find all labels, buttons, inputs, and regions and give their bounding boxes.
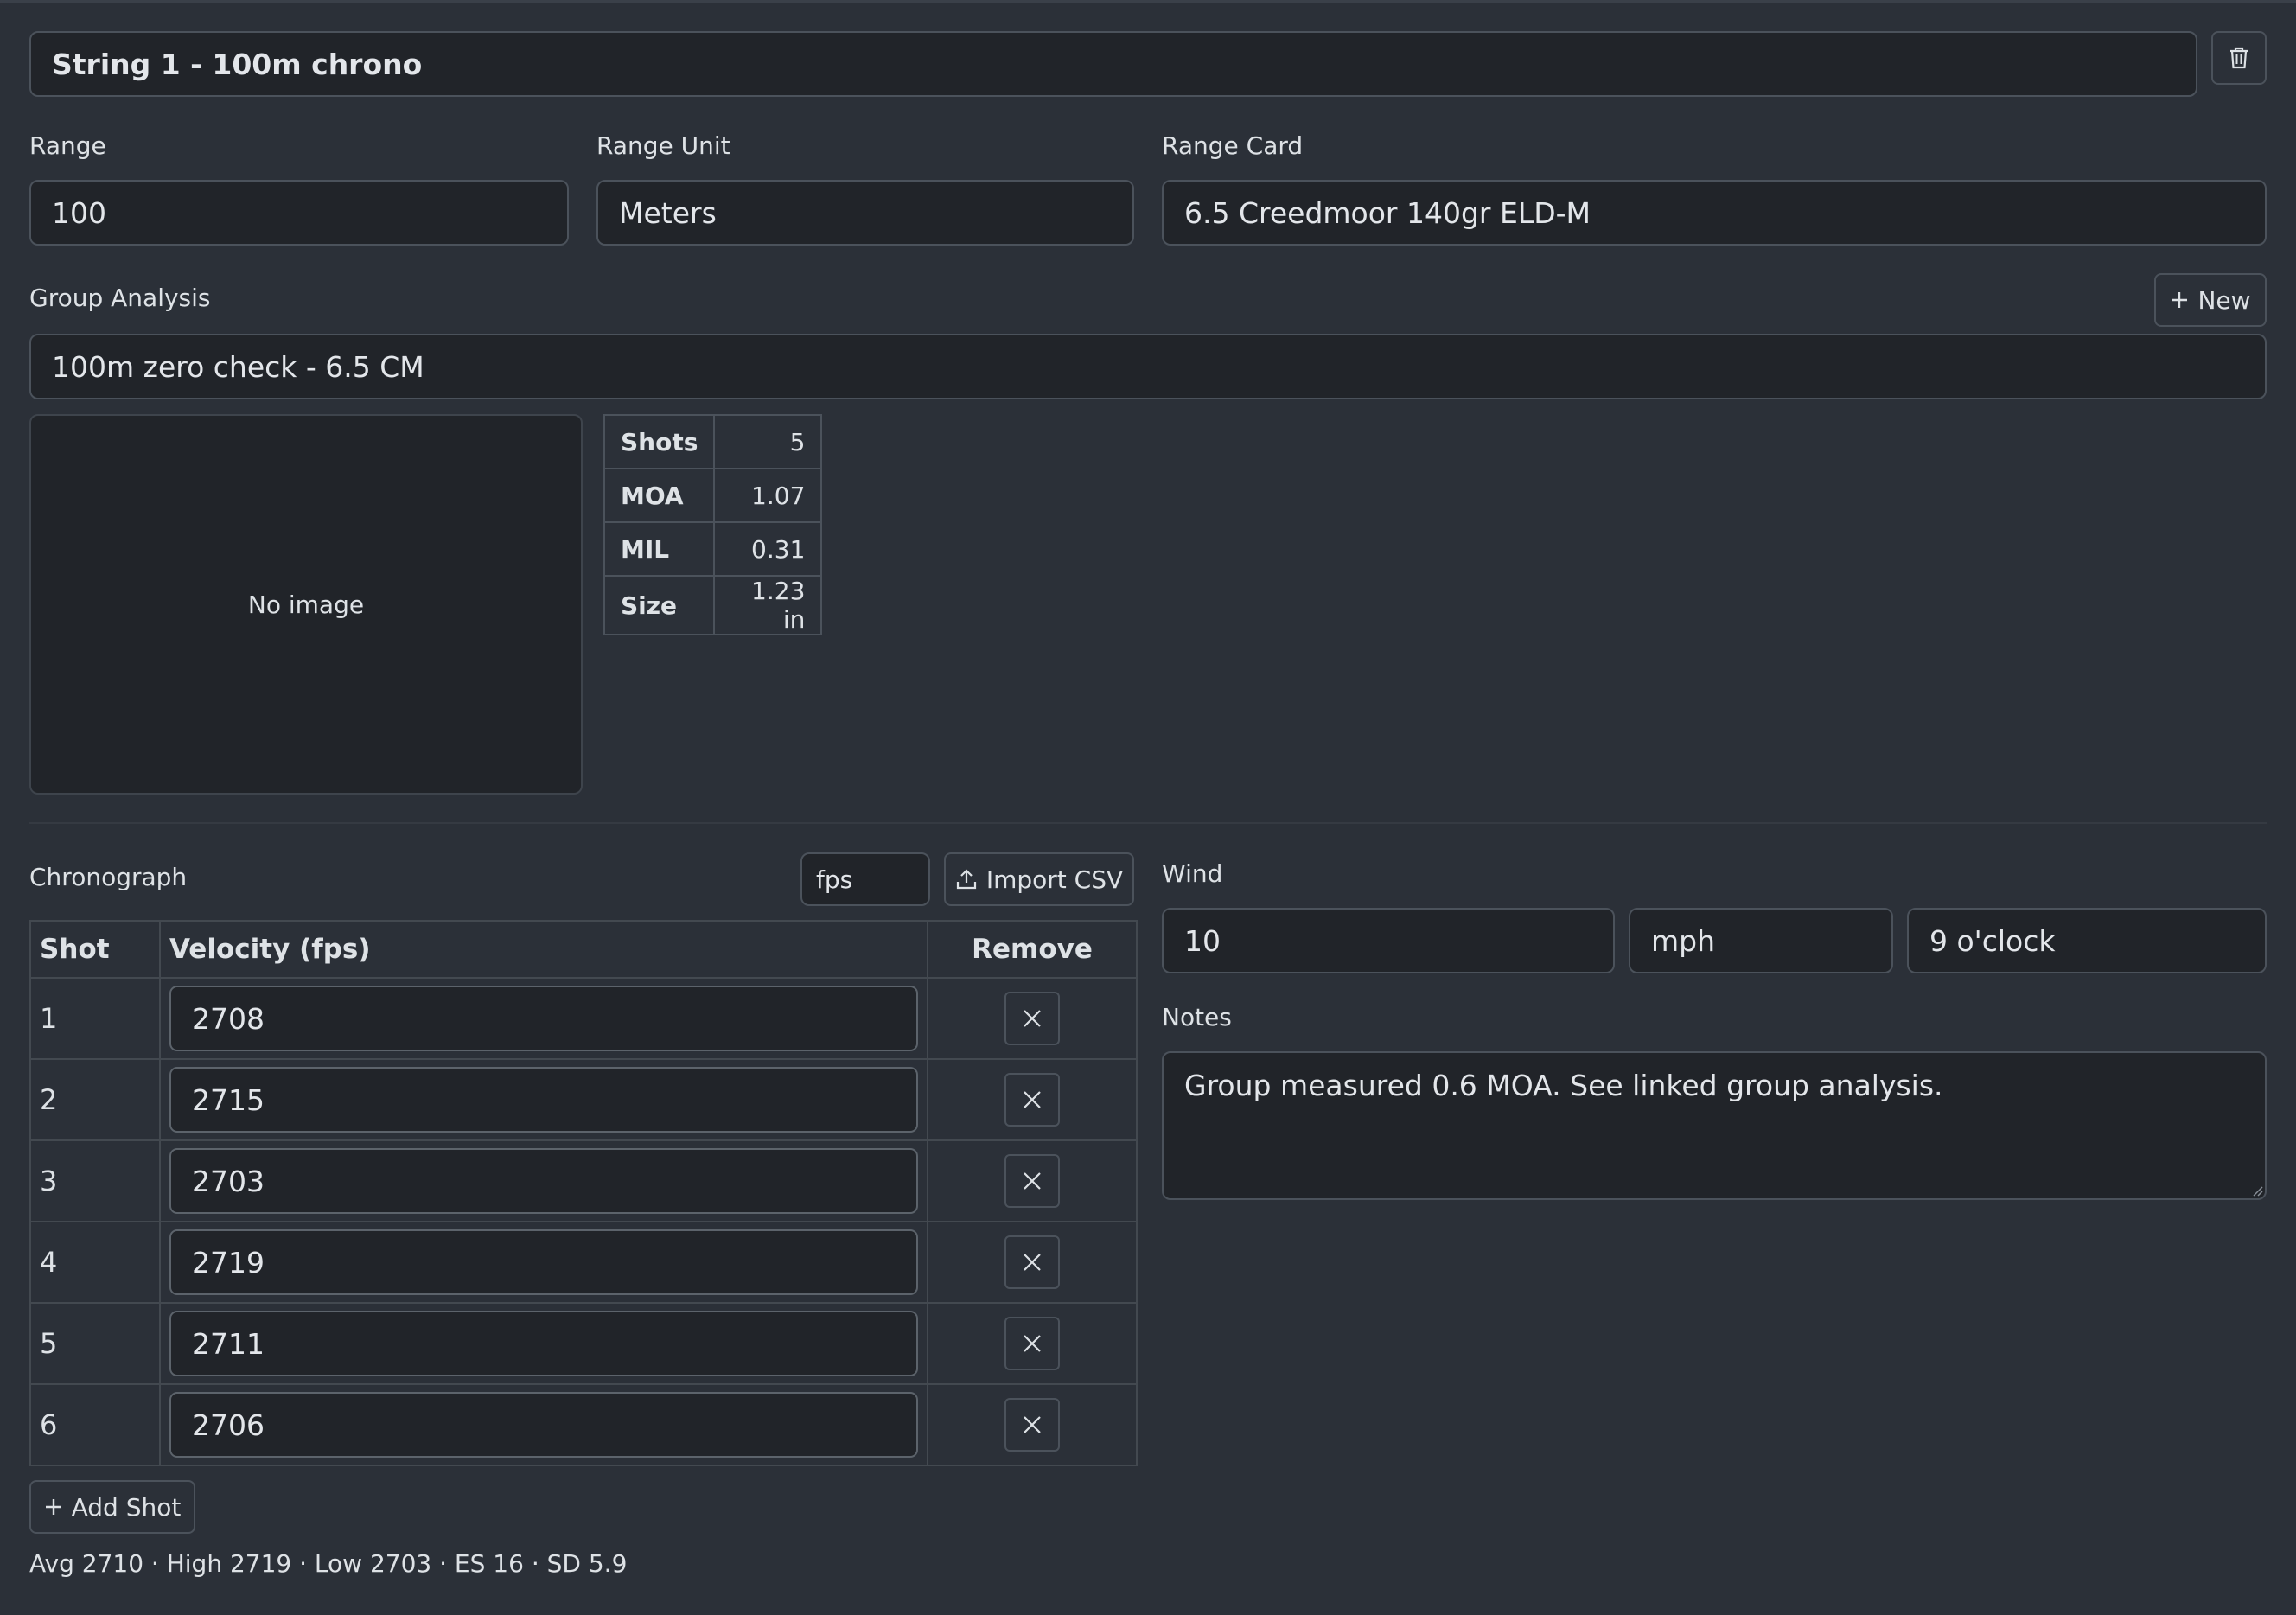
wind-speed-input[interactable]: 10: [1162, 908, 1615, 973]
stat-row-mil: MIL 0.31: [603, 521, 823, 577]
stat-key: Size: [603, 575, 716, 635]
velocity-unit-select[interactable]: fps: [800, 852, 930, 906]
section-divider: [29, 822, 2267, 824]
string-title-input[interactable]: String 1 - 100m chrono: [29, 31, 2197, 97]
string-editor: String 1 - 100m chrono Range 100 Range U…: [0, 0, 2296, 1615]
shot-number: 3: [29, 1139, 161, 1222]
new-button-label: New: [2197, 285, 2251, 315]
velocity-column-header: Velocity (fps): [159, 920, 928, 979]
add-shot-label: Add Shot: [71, 1492, 182, 1522]
stat-value: 1.23 in: [713, 575, 823, 635]
group-image-placeholder: No image: [29, 414, 583, 795]
velocity-input[interactable]: 2708: [169, 986, 918, 1051]
close-icon: [1021, 1170, 1043, 1192]
velocity-input[interactable]: 2711: [169, 1311, 918, 1376]
trash-icon: [2228, 46, 2250, 70]
close-icon: [1021, 1251, 1043, 1273]
delete-string-button[interactable]: [2211, 31, 2267, 85]
close-icon: [1021, 1414, 1043, 1436]
add-shot-button[interactable]: Add Shot: [29, 1480, 195, 1534]
group-analysis-select[interactable]: 100m zero check - 6.5 CM: [29, 334, 2267, 399]
close-icon: [1021, 1332, 1043, 1355]
plus-icon: [44, 1497, 63, 1516]
stat-key: MIL: [603, 521, 716, 577]
remove-shot-button[interactable]: [1004, 1073, 1060, 1127]
stat-row-shots: Shots 5: [603, 414, 823, 469]
chronograph-label: Chronograph: [29, 863, 188, 891]
remove-shot-button[interactable]: [1004, 992, 1060, 1045]
table-row: 3 2703: [29, 1139, 1138, 1222]
resize-handle[interactable]: [2251, 1184, 2263, 1197]
velocity-summary: Avg 2710 · High 2719 · Low 2703 · ES 16 …: [29, 1549, 628, 1578]
remove-shot-button[interactable]: [1004, 1317, 1060, 1370]
new-group-analysis-button[interactable]: New: [2154, 273, 2267, 327]
table-row: 6 2706: [29, 1383, 1138, 1466]
velocity-input[interactable]: 2719: [169, 1229, 918, 1295]
shot-number: 5: [29, 1302, 161, 1385]
top-border: [0, 0, 2296, 3]
notes-label: Notes: [1162, 1003, 1232, 1031]
stat-row-size: Size 1.23 in: [603, 575, 823, 635]
range-card-select[interactable]: 6.5 Creedmoor 140gr ELD-M: [1162, 180, 2267, 246]
range-unit-select[interactable]: Meters: [596, 180, 1134, 246]
shot-number: 6: [29, 1383, 161, 1466]
shot-number: 4: [29, 1221, 161, 1304]
notes-textarea[interactable]: Group measured 0.6 MOA. See linked group…: [1162, 1051, 2267, 1200]
wind-direction-select[interactable]: 9 o'clock: [1907, 908, 2267, 973]
stat-row-moa: MOA 1.07: [603, 468, 823, 523]
velocity-input[interactable]: 2715: [169, 1067, 918, 1133]
stat-value: 5: [713, 414, 823, 469]
remove-shot-button[interactable]: [1004, 1235, 1060, 1289]
import-csv-button[interactable]: Import CSV: [944, 852, 1134, 906]
close-icon: [1021, 1007, 1043, 1030]
stat-value: 1.07: [713, 468, 823, 523]
range-input[interactable]: 100: [29, 180, 569, 246]
shot-number: 2: [29, 1058, 161, 1141]
stat-value: 0.31: [713, 521, 823, 577]
table-row: 1 2708: [29, 977, 1138, 1060]
wind-unit-select[interactable]: mph: [1629, 908, 1893, 973]
shot-column-header: Shot: [29, 920, 161, 979]
shot-number: 1: [29, 977, 161, 1060]
remove-shot-button[interactable]: [1004, 1398, 1060, 1452]
group-stats-table: Shots 5 MOA 1.07 MIL 0.31 Size 1.23 in: [603, 414, 823, 635]
remove-column-header: Remove: [927, 920, 1138, 979]
table-header-row: Shot Velocity (fps) Remove: [29, 920, 1138, 979]
range-card-label: Range Card: [1162, 131, 1304, 160]
velocity-input[interactable]: 2703: [169, 1148, 918, 1214]
group-analysis-label: Group Analysis: [29, 284, 211, 312]
close-icon: [1021, 1088, 1043, 1111]
stat-key: Shots: [603, 414, 716, 469]
chronograph-table: Shot Velocity (fps) Remove 1 2708 2 2715: [29, 920, 1138, 1466]
table-row: 4 2719: [29, 1221, 1138, 1304]
no-image-text: No image: [247, 590, 365, 619]
upload-icon: [955, 868, 978, 890]
velocity-input[interactable]: 2706: [169, 1392, 918, 1458]
import-csv-label: Import CSV: [985, 865, 1124, 894]
range-unit-label: Range Unit: [596, 131, 730, 160]
table-row: 5 2711: [29, 1302, 1138, 1385]
remove-shot-button[interactable]: [1004, 1154, 1060, 1208]
range-label: Range: [29, 131, 106, 160]
stat-key: MOA: [603, 468, 716, 523]
wind-label: Wind: [1162, 859, 1223, 888]
table-row: 2 2715: [29, 1058, 1138, 1141]
plus-icon: [2170, 290, 2189, 310]
